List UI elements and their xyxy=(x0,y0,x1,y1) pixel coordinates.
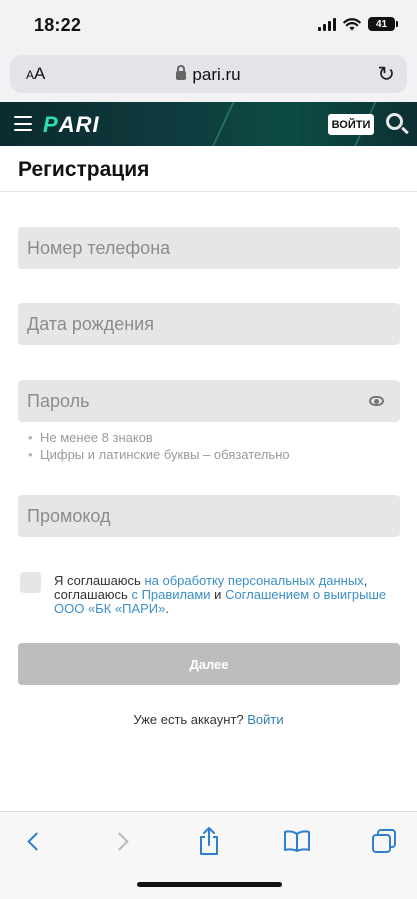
login-link[interactable]: Войти xyxy=(247,712,283,727)
tabs-icon[interactable] xyxy=(369,826,399,856)
url-group[interactable]: pari.ru xyxy=(10,65,407,85)
birthdate-placeholder: Дата рождения xyxy=(27,314,154,334)
header-login-button[interactable]: ВОЙТИ xyxy=(328,114,374,135)
forward-icon[interactable] xyxy=(107,826,137,856)
password-field[interactable]: Пароль xyxy=(18,380,400,422)
status-time: 18:22 xyxy=(34,15,82,35)
status-bar: 18:22 41 xyxy=(0,0,417,52)
share-icon[interactable] xyxy=(194,826,224,856)
personal-data-link[interactable]: на обработку персональных данных xyxy=(144,573,363,588)
promo-field[interactable]: Промокод xyxy=(18,495,400,537)
agreement-text-part: . xyxy=(165,601,170,616)
site-header: PARI ВОЙТИ xyxy=(0,102,417,146)
back-icon[interactable] xyxy=(18,826,48,856)
password-placeholder: Пароль xyxy=(27,391,90,411)
signal-icon xyxy=(318,17,336,31)
bookmarks-icon[interactable] xyxy=(282,826,312,856)
password-hint: Не менее 8 знаков xyxy=(28,429,290,446)
password-hints: Не менее 8 знаков Цифры и латинские букв… xyxy=(28,429,290,463)
promo-placeholder: Промокод xyxy=(27,506,111,526)
reload-icon[interactable]: ↻ xyxy=(377,62,395,87)
have-account-text: Уже есть аккаунт? xyxy=(133,712,248,727)
agreement-text-part: Я соглашаюсь xyxy=(54,573,145,588)
registration-form: Номер телефона Дата рождения Пароль Не м… xyxy=(0,192,417,811)
address-bar[interactable]: AA pari.ru ↻ xyxy=(10,55,407,93)
search-icon[interactable] xyxy=(386,113,403,130)
agreement-checkbox[interactable] xyxy=(20,572,41,593)
browser-address-area: AA pari.ru ↻ xyxy=(0,52,417,102)
pari-logo[interactable]: PARI xyxy=(43,112,100,138)
menu-icon[interactable] xyxy=(14,116,32,131)
agreement-text: Я соглашаюсь на обработку персональных д… xyxy=(54,574,394,616)
next-button[interactable]: Далее xyxy=(18,643,400,685)
birthdate-field[interactable]: Дата рождения xyxy=(18,303,400,345)
password-hint: Цифры и латинские буквы – обязательно xyxy=(28,446,290,463)
agreement-text-part: и xyxy=(210,587,226,602)
wifi-icon xyxy=(343,17,361,30)
status-icons: 41 xyxy=(318,17,398,31)
page-title: Регистрация xyxy=(18,158,150,181)
lock-icon xyxy=(176,65,187,80)
have-account-row: Уже есть аккаунт? Войти xyxy=(0,712,417,727)
page-title-bar: Регистрация xyxy=(0,146,417,192)
home-indicator xyxy=(137,882,282,887)
rules-link[interactable]: с Правилами xyxy=(131,587,210,602)
phone-field[interactable]: Номер телефона xyxy=(18,227,400,269)
url-text: pari.ru xyxy=(192,65,241,84)
phone-placeholder: Номер телефона xyxy=(27,238,171,258)
eye-icon[interactable] xyxy=(369,396,384,406)
browser-toolbar xyxy=(0,811,417,899)
battery-icon: 41 xyxy=(368,17,398,31)
